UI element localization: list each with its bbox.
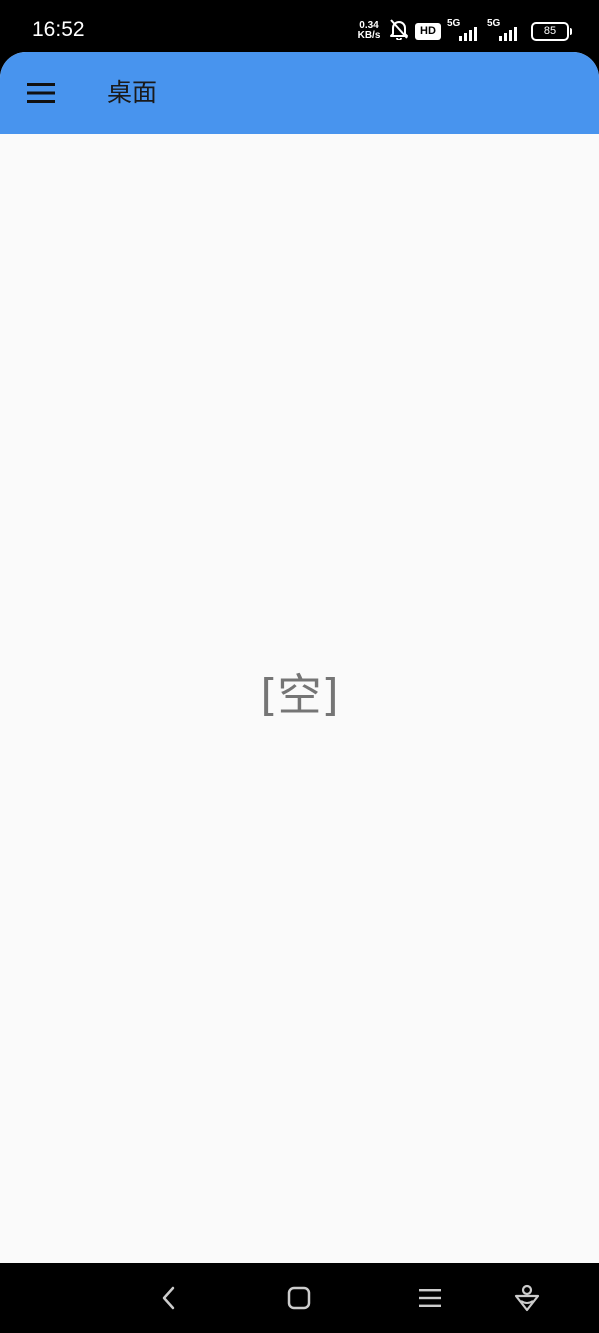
battery-indicator: 85 bbox=[531, 21, 572, 41]
bell-muted-icon bbox=[389, 18, 409, 44]
status-bar: 16:52 0.34 KB/s HD 5G 5G 85 bbox=[0, 0, 599, 52]
network-speed: 0.34 KB/s bbox=[355, 21, 383, 41]
recents-menu-icon bbox=[419, 1289, 441, 1307]
hd-voice-badge: HD bbox=[415, 22, 441, 40]
home-button[interactable] bbox=[281, 1280, 317, 1316]
empty-state-text: [空] bbox=[260, 670, 339, 721]
system-navigation-bar bbox=[0, 1263, 599, 1333]
assistant-button[interactable] bbox=[509, 1280, 545, 1316]
network-speed-unit: KB/s bbox=[357, 30, 381, 41]
assistant-icon bbox=[514, 1284, 540, 1312]
signal-bars-icon bbox=[459, 27, 477, 41]
recents-button[interactable] bbox=[412, 1280, 448, 1316]
page-title: 桌面 bbox=[107, 78, 158, 107]
app-window: 桌面 [空] bbox=[0, 52, 599, 1263]
signal-bars-icon bbox=[499, 27, 517, 41]
signal-strength-sim2: 5G bbox=[487, 19, 521, 41]
phone-screen: 16:52 0.34 KB/s HD 5G 5G 85 桌面 [空] bbox=[0, 0, 599, 1333]
back-chevron-icon bbox=[162, 1286, 175, 1310]
hamburger-menu-icon bbox=[27, 83, 55, 103]
app-bar: 桌面 bbox=[0, 52, 599, 134]
signal-strength-sim1: 5G bbox=[447, 19, 481, 41]
home-square-icon bbox=[287, 1286, 311, 1310]
status-icons: 0.34 KB/s HD 5G 5G 85 bbox=[355, 18, 572, 44]
back-button[interactable] bbox=[151, 1280, 187, 1316]
menu-button[interactable] bbox=[22, 74, 60, 112]
status-time: 16:52 bbox=[32, 18, 85, 41]
